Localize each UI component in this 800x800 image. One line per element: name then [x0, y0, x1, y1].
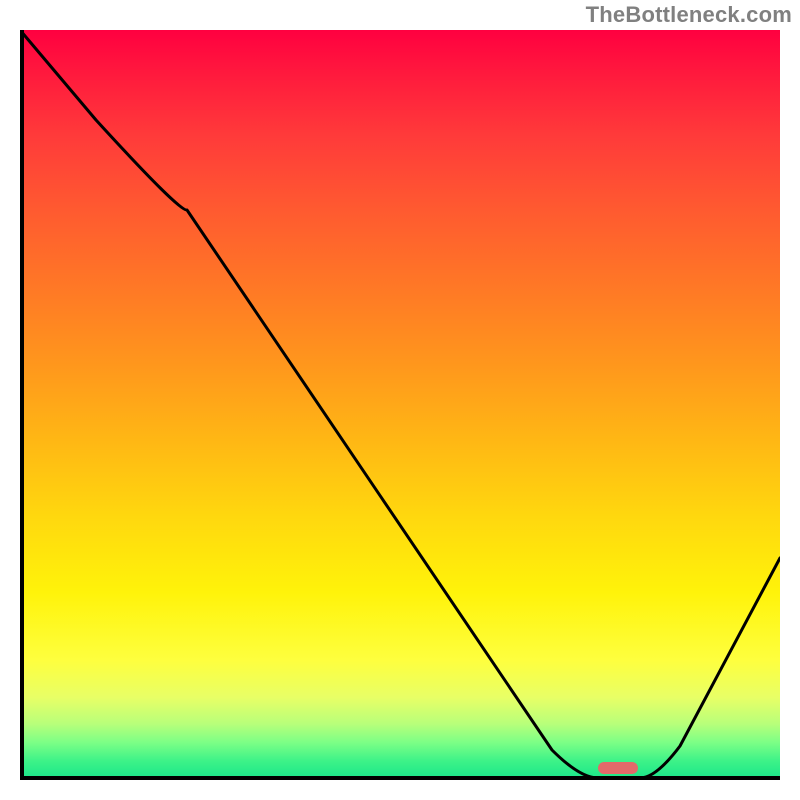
bottleneck-chart: TheBottleneck.com: [0, 0, 800, 800]
optimal-marker: [598, 762, 638, 774]
curve-svg: [20, 30, 780, 780]
plot-area: [20, 30, 780, 780]
watermark-text: TheBottleneck.com: [586, 2, 792, 28]
bottleneck-curve-path: [20, 30, 780, 778]
